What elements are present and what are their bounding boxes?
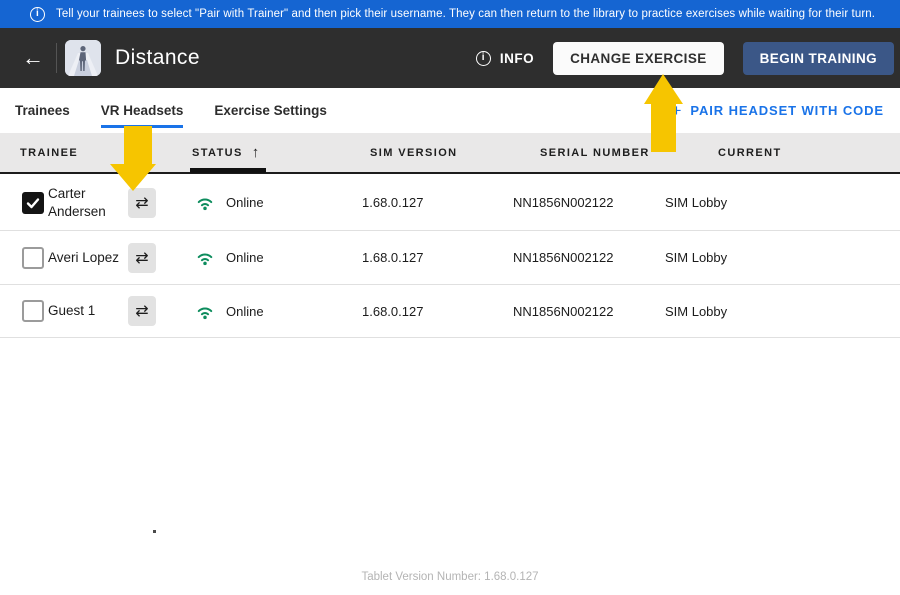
- pair-headset-label: PAIR HEADSET WITH CODE: [690, 103, 884, 118]
- headset-row: Averi Lopez ⇄ Online 1.68.0.127 NN1856N0…: [0, 231, 900, 285]
- appbar-divider: [56, 43, 57, 73]
- status-cell: Online: [190, 249, 360, 266]
- app-bar: ← Distance i INFO CHANGE EXERCISE BEGIN …: [0, 28, 900, 88]
- trainee-checkbox[interactable]: [22, 300, 44, 322]
- info-button-label: INFO: [499, 50, 535, 66]
- status-cell: Online: [190, 303, 360, 320]
- headset-row: Guest 1 ⇄ Online 1.68.0.127 NN1856N00212…: [0, 285, 900, 338]
- tab-bar: Trainees VR Headsets Exercise Settings +…: [0, 88, 900, 133]
- plus-icon: +: [671, 100, 682, 120]
- serial-number-cell: NN1856N002122: [513, 303, 614, 319]
- tablet-version-text: Tablet Version Number: 1.68.0.127: [361, 571, 539, 583]
- status-text: Online: [226, 250, 264, 265]
- trainee-cell: Averi Lopez ⇄: [0, 242, 190, 273]
- column-header-sim-version: SIM VERSION: [370, 146, 458, 159]
- notice-banner-text: Tell your trainees to select "Pair with …: [56, 8, 876, 20]
- tab-vr-headsets[interactable]: VR Headsets: [100, 101, 183, 128]
- info-icon: i: [30, 6, 45, 22]
- wifi-icon: [197, 253, 213, 266]
- stray-dot-artifact: [153, 530, 156, 533]
- status-sort-indicator: [190, 168, 266, 173]
- current-cell: SIM Lobby: [665, 250, 728, 265]
- checkmark-icon: [26, 197, 40, 208]
- begin-training-button[interactable]: BEGIN TRAINING: [742, 41, 894, 75]
- swap-trainee-button[interactable]: ⇄: [128, 187, 156, 218]
- swap-trainee-button[interactable]: ⇄: [128, 296, 156, 326]
- pair-headset-with-code-link[interactable]: + PAIR HEADSET WITH CODE: [671, 101, 884, 121]
- headset-row: Carter Andersen ⇄ Online 1.68.0.127 NN18…: [0, 175, 900, 231]
- trainee-name: Guest 1: [48, 303, 96, 319]
- trainee-checkbox[interactable]: [22, 191, 44, 214]
- tab-trainees[interactable]: Trainees: [15, 101, 70, 120]
- exercise-thumbnail: [65, 40, 101, 76]
- wifi-icon: [197, 306, 213, 319]
- trainee-checkbox[interactable]: [22, 246, 44, 269]
- current-cell: SIM Lobby: [665, 195, 728, 210]
- sim-version-cell: 1.68.0.127: [362, 250, 424, 265]
- back-button[interactable]: ←: [18, 47, 48, 69]
- column-header-trainee: TRAINEE: [20, 146, 79, 159]
- person-distance-image: [65, 40, 101, 76]
- column-header-serial-number: SERIAL NUMBER: [540, 146, 650, 159]
- table-header: TRAINEE STATUS ↑ SIM VERSION SERIAL NUMB…: [0, 133, 900, 174]
- wifi-icon: [197, 198, 213, 211]
- tab-exercise-settings[interactable]: Exercise Settings: [214, 101, 327, 120]
- sim-version-cell: 1.68.0.127: [362, 303, 424, 319]
- appbar-actions: i INFO CHANGE EXERCISE BEGIN TRAINING: [475, 41, 894, 75]
- sim-version-cell: 1.68.0.127: [362, 195, 424, 210]
- trainee-name: Carter Andersen: [48, 185, 106, 219]
- notice-banner: i Tell your trainees to select "Pair wit…: [0, 0, 900, 28]
- status-text: Online: [226, 303, 264, 319]
- trainee-cell: Guest 1 ⇄: [0, 296, 190, 326]
- status-cell: Online: [190, 194, 360, 211]
- sort-ascending-icon: ↑: [251, 144, 260, 161]
- trainee-cell: Carter Andersen ⇄: [0, 185, 190, 220]
- column-header-current: CURRENT: [718, 146, 782, 159]
- info-button-icon: i: [475, 50, 491, 66]
- page-title: Distance: [115, 46, 200, 69]
- headset-table-body: Carter Andersen ⇄ Online 1.68.0.127 NN18…: [0, 175, 900, 338]
- status-header-label: STATUS: [192, 146, 243, 159]
- serial-number-cell: NN1856N002122: [513, 250, 614, 265]
- trainee-name: Averi Lopez: [48, 249, 120, 265]
- swap-trainee-button[interactable]: ⇄: [128, 242, 156, 273]
- current-cell: SIM Lobby: [665, 303, 728, 319]
- status-text: Online: [226, 195, 264, 210]
- column-header-status[interactable]: STATUS ↑: [190, 144, 360, 161]
- info-button[interactable]: i INFO: [475, 50, 535, 66]
- change-exercise-button[interactable]: CHANGE EXERCISE: [553, 41, 724, 75]
- serial-number-cell: NN1856N002122: [513, 195, 614, 210]
